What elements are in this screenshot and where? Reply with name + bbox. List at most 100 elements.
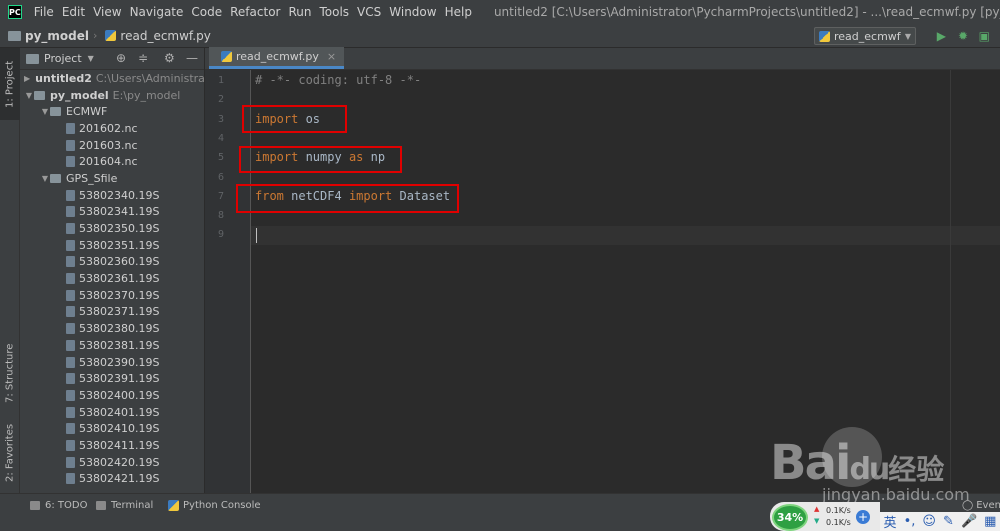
menu-tools[interactable]: Tools	[315, 0, 353, 24]
punctuation-icon[interactable]: •,	[904, 514, 916, 529]
tree-folder-item[interactable]: ▼ GPS_Sfile	[20, 170, 204, 187]
grid-icon[interactable]: ▦	[984, 514, 996, 529]
ime-language-toggle[interactable]: 英	[884, 512, 897, 531]
tree-file-item[interactable]: 53802351.19S	[20, 237, 204, 254]
tree-item-label: 201604.nc	[79, 155, 138, 169]
tree-file-item[interactable]: 53802361.19S	[20, 270, 204, 287]
tree-folder-item[interactable]: ▼ ECMWF	[20, 103, 204, 120]
plus-icon[interactable]: +	[856, 510, 870, 524]
tree-item-label: 53802371.19S	[79, 305, 160, 319]
menu-navigate[interactable]: Navigate	[126, 0, 188, 24]
chevron-down-icon[interactable]: ▼	[40, 107, 50, 116]
tree-file-item[interactable]: 53802360.19S	[20, 254, 204, 271]
file-icon	[66, 323, 75, 335]
tab-label: read_ecmwf.py	[236, 50, 319, 63]
tree-folder-item[interactable]: ▼ py_model E:\py_model	[20, 87, 204, 104]
structure-tool-tab[interactable]: 7: Structure	[0, 338, 20, 408]
watermark-brand-jingyan: 经验	[888, 453, 945, 486]
tree-file-item[interactable]: 53802421.19S	[20, 471, 204, 488]
breadcrumb-project[interactable]: py_model	[25, 29, 89, 43]
tree-file-item[interactable]: 53802370.19S	[20, 287, 204, 304]
python-console-tool-button[interactable]: Python Console	[164, 500, 261, 511]
gear-icon[interactable]: ⚙	[164, 51, 175, 65]
tree-file-item[interactable]: 53802400.19S	[20, 387, 204, 404]
microphone-icon[interactable]: 🎤	[961, 514, 977, 529]
tree-item-label: GPS_Sfile	[66, 171, 118, 185]
tree-file-item[interactable]: 53802401.19S	[20, 404, 204, 421]
watermark-brand: Baidu经验	[770, 435, 944, 491]
tree-file-item[interactable]: 53802371.19S	[20, 304, 204, 321]
project-panel-header: Project ▼ ⊕ ≑ ⚙ —	[20, 48, 204, 70]
collapse-all-icon[interactable]: ≑	[138, 51, 148, 65]
todo-tool-button[interactable]: 6: TODO	[30, 500, 87, 511]
close-icon[interactable]: ×	[327, 50, 336, 63]
file-icon	[66, 206, 75, 218]
tree-file-item[interactable]: 53802341.19S	[20, 204, 204, 221]
tree-item-label: 53802391.19S	[79, 372, 160, 386]
debug-icon[interactable]: ✹	[958, 29, 968, 43]
tab-read-ecmwf[interactable]: read_ecmwf.py ×	[209, 47, 345, 69]
structure-tool-tab-label: 7: Structure	[4, 343, 16, 403]
tree-file-item[interactable]: 53802380.19S	[20, 320, 204, 337]
coverage-icon[interactable]: ▣	[979, 29, 990, 43]
chevron-right-icon[interactable]: ▶	[24, 74, 30, 83]
file-icon	[66, 306, 75, 318]
tree-file-item[interactable]: 53802340.19S	[20, 187, 204, 204]
tree-item-label: 53802351.19S	[79, 238, 160, 252]
menu-vcs[interactable]: VCS	[353, 0, 385, 24]
tree-item-label: 53802341.19S	[79, 205, 160, 219]
file-icon	[66, 389, 75, 401]
tree-file-item[interactable]: 201602.nc	[20, 120, 204, 137]
run-configuration-select[interactable]: read_ecmwf ▼	[814, 27, 916, 45]
menu-help[interactable]: Help	[441, 0, 476, 24]
run-icon[interactable]: ▶	[937, 29, 946, 43]
project-view-select[interactable]: Project	[44, 52, 82, 65]
tree-file-item[interactable]: 53802381.19S	[20, 337, 204, 354]
favorites-tool-tab[interactable]: 2: Favorites	[0, 416, 20, 490]
chevron-down-icon[interactable]: ▼	[24, 91, 34, 100]
locate-icon[interactable]: ⊕	[116, 51, 126, 65]
hide-icon[interactable]: —	[186, 51, 198, 65]
menu-view[interactable]: View	[89, 0, 125, 24]
tree-item-path: E:\py_model	[112, 88, 181, 102]
menu-refactor[interactable]: Refactor	[226, 0, 284, 24]
download-rate: 0.1K/s	[826, 518, 851, 527]
tree-item-label: 53802361.19S	[79, 272, 160, 286]
menu-window[interactable]: Window	[385, 0, 440, 24]
editor-tabs: read_ecmwf.py ×	[205, 47, 1000, 70]
tree-folder-item[interactable]: ▶ untitled2 C:\Users\Administrat	[20, 70, 204, 87]
upload-arrow-icon: ▲	[814, 505, 820, 513]
tree-file-item[interactable]: 53802410.19S	[20, 420, 204, 437]
menu-file[interactable]: File	[30, 0, 58, 24]
menu-run[interactable]: Run	[284, 0, 315, 24]
tree-file-item[interactable]: 53802391.19S	[20, 370, 204, 387]
menu-code[interactable]: Code	[187, 0, 226, 24]
line-number: 4	[217, 132, 224, 144]
tree-file-item[interactable]: 53802420.19S	[20, 454, 204, 471]
tree-file-item[interactable]: 201604.nc	[20, 153, 204, 170]
file-icon	[66, 289, 75, 301]
chevron-down-icon[interactable]: ▼	[88, 54, 94, 63]
network-speed-widget[interactable]: 34% 0.1K/s 0.1K/s ▲ ▼ +	[770, 502, 880, 531]
tree-file-item[interactable]: 53802411.19S	[20, 437, 204, 454]
tree-item-label: 53802350.19S	[79, 222, 160, 236]
tree-item-label: 53802400.19S	[79, 388, 160, 402]
tree-file-item[interactable]: 53802350.19S	[20, 220, 204, 237]
watermark-brand-du: du	[849, 452, 890, 487]
emoji-icon[interactable]: ☺	[922, 514, 936, 529]
chevron-down-icon[interactable]: ▼	[40, 174, 50, 183]
code-comment-line: # -*- coding: utf-8 -*-	[255, 73, 422, 87]
pen-icon[interactable]: ✎	[943, 514, 954, 529]
project-tool-tab[interactable]: 1: Project	[0, 48, 20, 120]
ime-toolbar: 英 •, ☺ ✎ 🎤 ▦	[880, 512, 1000, 531]
terminal-tool-button[interactable]: Terminal	[96, 500, 153, 511]
tree-item-label: 53802380.19S	[79, 322, 160, 336]
tree-file-item[interactable]: 53802390.19S	[20, 354, 204, 371]
tree-file-item[interactable]: 201603.nc	[20, 137, 204, 154]
project-panel: Project ▼ ⊕ ≑ ⚙ — ▶ untitled2 C:\Users\Adm…	[20, 48, 205, 493]
line-number: 9	[217, 229, 224, 241]
line-number: 5	[217, 152, 224, 164]
menu-edit[interactable]: Edit	[58, 0, 89, 24]
python-file-icon	[221, 51, 232, 62]
breadcrumb-file[interactable]: read_ecmwf.py	[120, 29, 210, 43]
